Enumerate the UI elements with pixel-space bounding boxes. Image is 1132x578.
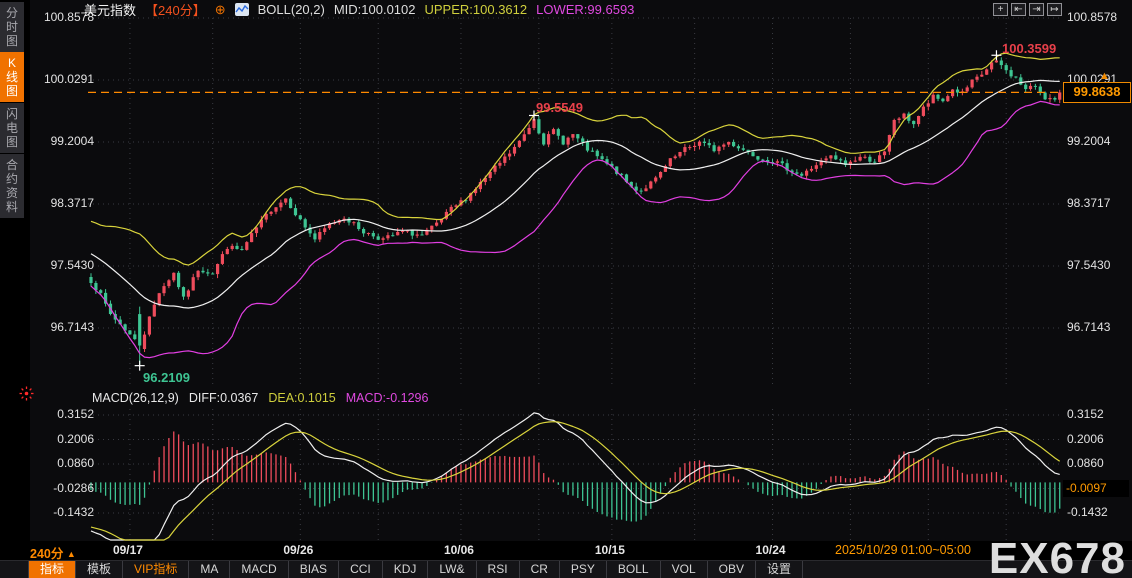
sidebar-item-3[interactable]: 合约资料 — [0, 154, 24, 218]
macd-tick-left: -0.1432 — [53, 505, 94, 519]
toolbar-tab-KDJ[interactable]: KDJ — [383, 561, 429, 578]
candlestick-chart[interactable] — [0, 0, 1132, 560]
macd-tick-left: -0.0286 — [53, 480, 94, 495]
boll-upper-value: UPPER:100.3612 — [424, 2, 528, 17]
price-tick-left: 100.0291 — [43, 72, 94, 86]
price-tick-left: 97.5430 — [50, 258, 94, 272]
date-tick: 10/24 — [755, 543, 786, 557]
indicator-name: BOLL(20,2) — [257, 2, 325, 17]
macd-tick-right: 0.2006 — [1067, 431, 1104, 446]
macd-diff-value: DIFF:0.0367 — [188, 391, 259, 405]
date-tick: 10/06 — [443, 543, 474, 557]
plus-circle-icon[interactable]: ⊕ — [215, 3, 226, 16]
price-tick-left: 96.7143 — [50, 320, 94, 334]
sidebar-item-2[interactable]: 闪电图 — [0, 103, 24, 153]
date-tick: 09/26 — [283, 543, 314, 557]
sidebar: 分时图 K线图 闪电图 合约资料 — [0, 0, 30, 560]
price-tick-left: 98.3717 — [50, 196, 94, 210]
crosshair-icon[interactable]: + — [993, 3, 1008, 16]
toolbar-tab-OBV[interactable]: OBV — [708, 561, 756, 578]
macd-tick-left: 0.0860 — [57, 456, 94, 470]
time-axis: 240分 ▲ 09/17 09/26 10/06 10/15 10/24 2025/10… — [0, 541, 1132, 561]
toolbar-tab-15[interactable]: 设置 — [756, 561, 803, 578]
boll-mid-value: MID:100.0102 — [333, 2, 416, 17]
sidebar-item-0[interactable]: 分时图 — [0, 2, 24, 52]
current-bar-timestamp: 2025/10/29 01:00~05:00 — [832, 542, 974, 558]
timeframe-caret-icon: ▲ — [66, 549, 76, 559]
annotation-low: 96.2109 — [143, 370, 190, 385]
toolbar-tab-CR[interactable]: CR — [520, 561, 560, 578]
toolbar-tab-PSY[interactable]: PSY — [560, 561, 607, 578]
macd-tick-left: 0.2006 — [57, 431, 94, 446]
restore-view-icon[interactable]: ↦ — [1047, 3, 1062, 16]
boll-lower-value: LOWER:99.6593 — [536, 2, 635, 17]
shift-left-icon[interactable]: ⇤ — [1011, 3, 1026, 16]
toolbar-tab-MA[interactable]: MA — [189, 561, 231, 578]
chart-header: 美元指数 【240分】 ⊕ BOLL(20,2) MID:100.0102 UP… — [84, 1, 634, 18]
indicator-toolbar: 指标 模板 VIP指标 MA MACD BIAS CCI KDJ LW& RSI CR PSY BOLL… — [0, 560, 1132, 578]
chart-type-icon[interactable] — [234, 3, 249, 16]
chart-toolbuttons: + ⇤ ⇥ ↦ — [993, 3, 1062, 16]
macd-tick-left: 0.3152 — [57, 407, 94, 421]
shift-right-icon[interactable]: ⇥ — [1029, 3, 1044, 16]
price-tick-right: 100.8578 — [1067, 10, 1118, 24]
sidebar-item-1[interactable]: K线图 — [0, 52, 24, 102]
watermark: EX678 — [988, 534, 1126, 578]
toolbar-tab-0[interactable]: 指标 — [29, 561, 77, 578]
annotation-high: 100.3599 — [1002, 41, 1057, 56]
date-tick: 10/15 — [594, 543, 625, 557]
macd-tick-right: 0.0860 — [1067, 456, 1104, 470]
toolbar-tab-CCI[interactable]: CCI — [339, 561, 383, 578]
price-tick-right: 96.7143 — [1067, 320, 1111, 334]
chart-application: 分时图 K线图 闪电图 合约资料 美元指数 【240分】 ⊕ BOLL(20,2) M… — [0, 0, 1132, 578]
toolbar-tab-BOLL[interactable]: BOLL — [607, 561, 661, 578]
macd-name: MACD(26,12,9) — [92, 391, 179, 405]
toolbar-tab-RSI[interactable]: RSI — [477, 561, 520, 578]
macd-header: MACD(26,12,9) DIFF:0.0367 DEA:0.1015 MAC… — [92, 391, 428, 405]
macd-tick-right: -0.1432 — [1067, 505, 1108, 519]
price-up-arrow-icon: ▲ — [1099, 70, 1110, 82]
price-tick-right: 99.2004 — [1067, 134, 1111, 148]
indicator-settings-icon[interactable] — [19, 386, 34, 406]
toolbar-tab-VIP[interactable]: VIP指标 — [123, 561, 190, 578]
period-label[interactable]: 【240分】 — [145, 0, 206, 19]
toolbar-tab-VOL[interactable]: VOL — [661, 561, 708, 578]
toolbar-tab-LW[interactable]: LW& — [428, 561, 477, 578]
macd-tick-right: 0.3152 — [1067, 407, 1104, 421]
macd-dea-value: DEA:0.1015 — [268, 391, 336, 405]
symbol-name: 美元指数 — [84, 3, 137, 18]
price-tick-right: 98.3717 — [1067, 196, 1111, 210]
current-macd-badge: -0.0097 — [1063, 480, 1129, 497]
toolbar-tab-BIAS[interactable]: BIAS — [289, 561, 340, 578]
toolbar-tab-MACD[interactable]: MACD — [230, 561, 289, 578]
macd-bar-value: MACD:-0.1296 — [345, 391, 429, 405]
date-tick: 09/17 — [112, 543, 143, 557]
price-tick-right: 97.5430 — [1067, 258, 1111, 272]
toolbar-spacer — [0, 561, 29, 578]
toolbar-tab-1[interactable]: 模板 — [76, 561, 124, 578]
current-price-badge: 99.8638 — [1063, 82, 1131, 104]
price-tick-left: 99.2004 — [50, 134, 94, 148]
annotation-swing-high: 99.5549 — [536, 100, 583, 115]
